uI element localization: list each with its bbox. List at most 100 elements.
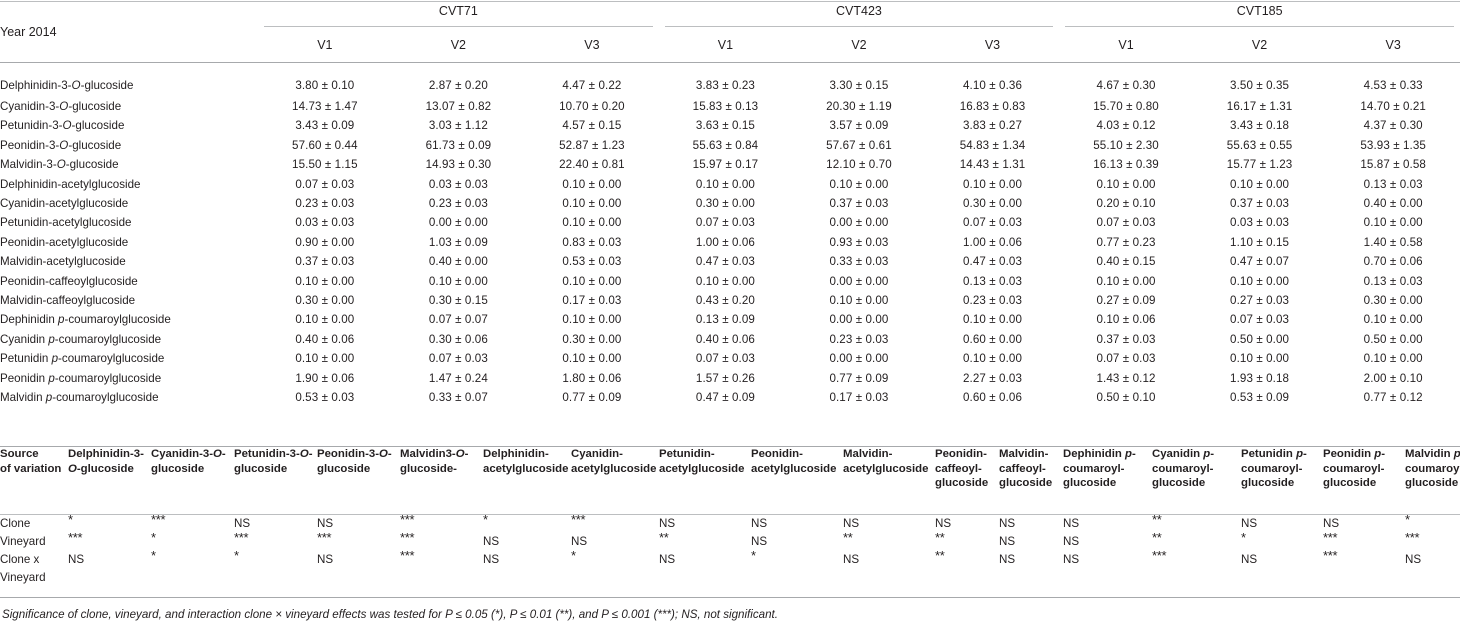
significance-cell: NS bbox=[659, 517, 676, 530]
measurement-cell: 0.27 ± 0.03 bbox=[1230, 294, 1290, 308]
significance-cell: ** bbox=[843, 530, 853, 545]
measurement-cell: 53.93 ± 1.35 bbox=[1360, 138, 1426, 152]
measurement-cell: 0.30 ± 0.00 bbox=[695, 197, 755, 211]
significance-cell: NS bbox=[1241, 553, 1258, 566]
measurement-cell: 14.43 ± 1.31 bbox=[959, 158, 1026, 172]
measurement-cell: 0.10 ± 0.00 bbox=[1230, 274, 1290, 288]
significance-column-header: Petunidin-3-O-glucoside bbox=[234, 448, 313, 475]
significance-column-header: Peonidin-3-O-glucoside bbox=[317, 448, 392, 475]
significance-column-header: Delphinidin-3-O-glucoside bbox=[68, 448, 144, 475]
measurement-cell: 0.13 ± 0.09 bbox=[695, 313, 755, 327]
measurement-cell: 0.00 ± 0.00 bbox=[428, 216, 488, 230]
subheader-cvt423-v1: V1 bbox=[717, 37, 734, 52]
compound-name: Malvidin-caffeoylglucoside bbox=[0, 294, 136, 308]
significance-cell: * bbox=[1241, 530, 1246, 545]
significance-cell: *** bbox=[151, 512, 166, 527]
year-label: Year 2014 bbox=[0, 24, 57, 39]
significance-row-label: Clone bbox=[0, 517, 31, 530]
measurement-cell: 16.13 ± 0.39 bbox=[1093, 158, 1159, 172]
significance-row-label: Vineyard bbox=[0, 535, 46, 548]
subheader-cvt185-v2: V2 bbox=[1251, 37, 1268, 52]
table-row: Delphinidin-acetylglucoside 0.07 ± 0.03 0.… bbox=[0, 175, 1460, 194]
measurement-cell: 0.07 ± 0.03 bbox=[428, 352, 488, 366]
measurement-cell: 0.10 ± 0.00 bbox=[562, 197, 622, 211]
significance-column-header: Cyanidin-3-O-glucoside bbox=[151, 448, 226, 475]
table-row: Petunidin-acetylglucoside 0.03 ± 0.03 0.00… bbox=[0, 213, 1460, 232]
compound-name: Cyanidin-3-O-glucoside bbox=[0, 100, 122, 113]
subheader-cvt71-v3: V3 bbox=[584, 37, 600, 52]
group-header-cvt423-label: CVT423 bbox=[664, 4, 1054, 27]
subheader-cvt185-v1: V1 bbox=[1118, 37, 1134, 52]
significance-cell: NS bbox=[999, 553, 1016, 566]
measurement-cell: 4.03 ± 0.12 bbox=[1096, 119, 1156, 133]
measurement-cell: 0.90 ± 0.00 bbox=[295, 235, 355, 249]
measurement-cell: 3.43 ± 0.18 bbox=[1230, 119, 1290, 133]
significance-grid: Source of variation Delphinidin-3-O-glucos… bbox=[0, 447, 1460, 587]
measurement-cell: 14.70 ± 0.21 bbox=[1360, 100, 1426, 113]
group-header-cvt71: CVT71 bbox=[258, 2, 659, 29]
measurement-cell: 55.63 ± 0.55 bbox=[1226, 138, 1293, 152]
measurement-cell: 0.30 ± 0.00 bbox=[562, 332, 622, 346]
measurement-cell: 1.40 ± 0.58 bbox=[1363, 235, 1423, 249]
measurement-cell: 54.83 ± 1.34 bbox=[959, 138, 1026, 152]
measurement-cell: 0.77 ± 0.09 bbox=[562, 391, 622, 405]
significance-column-header: Petunidin-acetylglucoside bbox=[659, 448, 745, 475]
measurement-cell: 4.10 ± 0.36 bbox=[962, 79, 1023, 92]
measurement-cell: 0.07 ± 0.03 bbox=[295, 177, 355, 191]
measurement-cell: 0.53 ± 0.09 bbox=[1230, 391, 1290, 405]
measurement-cell: 10.70 ± 0.20 bbox=[559, 100, 625, 113]
measurement-cell: 0.10 ± 0.00 bbox=[1363, 313, 1423, 327]
measurement-cell: 0.23 ± 0.03 bbox=[962, 294, 1023, 308]
table-row: Peonidin p-coumaroylglucoside 1.90 ± 0.06… bbox=[0, 369, 1460, 388]
measurement-cell: 61.73 ± 0.09 bbox=[425, 138, 492, 152]
measurement-cell: 3.30 ± 0.15 bbox=[829, 79, 889, 92]
measurement-cell: 14.93 ± 0.30 bbox=[425, 158, 492, 172]
compound-name: Peonidin-acetylglucoside bbox=[0, 235, 129, 249]
measurement-cell: 0.20 ± 0.10 bbox=[1096, 197, 1156, 211]
measurement-cell: 14.73 ± 1.47 bbox=[292, 100, 358, 113]
measurement-cell: 0.83 ± 0.03 bbox=[562, 235, 622, 249]
compound-name: Delphinidin-acetylglucoside bbox=[0, 177, 141, 191]
significance-cell: * bbox=[483, 512, 488, 527]
significance-header-row: Source of variation Delphinidin-3-O-glucos… bbox=[0, 447, 1460, 513]
measurement-cell: 3.57 ± 0.09 bbox=[829, 119, 889, 133]
measurement-cell: 0.40 ± 0.06 bbox=[295, 332, 355, 346]
significance-column-header: Cyanidin-acetylglucoside bbox=[571, 448, 657, 475]
measurement-cell: 0.00 ± 0.00 bbox=[829, 313, 889, 327]
measurement-cell: 0.30 ± 0.15 bbox=[428, 294, 488, 308]
measurement-cell: 57.67 ± 0.61 bbox=[826, 138, 892, 152]
measurement-cell: 3.83 ± 0.23 bbox=[695, 79, 755, 92]
significance-cell: NS bbox=[1063, 553, 1080, 566]
measurement-cell: 0.10 ± 0.00 bbox=[295, 352, 355, 366]
measurement-cell: 0.40 ± 0.00 bbox=[1363, 197, 1423, 211]
measurement-cell: 0.10 ± 0.00 bbox=[295, 274, 355, 288]
measurement-cell: 0.47 ± 0.09 bbox=[695, 391, 755, 405]
measurement-cell: 0.53 ± 0.03 bbox=[562, 255, 622, 269]
measurement-cell: 4.37 ± 0.30 bbox=[1363, 119, 1423, 133]
measurement-cell: 0.23 ± 0.03 bbox=[295, 197, 355, 211]
measurement-cell: 0.27 ± 0.09 bbox=[1096, 294, 1156, 308]
compound-name: Petunidin-acetylglucoside bbox=[0, 216, 132, 230]
significance-cell: * bbox=[151, 548, 156, 563]
significance-row-header-label: Source of variation bbox=[0, 448, 62, 475]
measurement-cell: 3.83 ± 0.27 bbox=[962, 119, 1023, 133]
table-row: Malvidin-acetylglucoside 0.37 ± 0.03 0.40 … bbox=[0, 252, 1460, 271]
measurement-cell: 0.37 ± 0.03 bbox=[295, 255, 355, 269]
significance-table: Source of variation Delphinidin-3-O-glucos… bbox=[0, 447, 1460, 587]
measurement-cell: 22.40 ± 0.81 bbox=[559, 158, 625, 172]
group-header-cvt185-label: CVT185 bbox=[1065, 4, 1454, 27]
compound-name: Petunidin-3-O-glucoside bbox=[0, 119, 125, 133]
measurement-cell: 15.70 ± 0.80 bbox=[1093, 100, 1159, 113]
measurement-cell: 0.00 ± 0.00 bbox=[829, 216, 889, 230]
subheader-cvt71-v1: V1 bbox=[317, 37, 333, 52]
measurement-cell: 0.47 ± 0.03 bbox=[695, 255, 755, 269]
measurement-cell: 0.03 ± 0.03 bbox=[428, 177, 488, 191]
table-row: Petunidin p-coumaroylglucoside 0.10 ± 0.0… bbox=[0, 349, 1460, 368]
measurement-cell: 0.10 ± 0.00 bbox=[1363, 216, 1423, 230]
measurement-cell: 0.33 ± 0.07 bbox=[428, 391, 488, 405]
significance-cell: *** bbox=[317, 530, 332, 545]
measurement-cell: 15.50 ± 1.15 bbox=[292, 158, 358, 172]
measurement-cell: 0.10 ± 0.00 bbox=[1230, 177, 1290, 191]
measurement-cell: 0.10 ± 0.00 bbox=[562, 352, 622, 366]
measurement-cell: 52.87 ± 1.23 bbox=[559, 138, 625, 152]
